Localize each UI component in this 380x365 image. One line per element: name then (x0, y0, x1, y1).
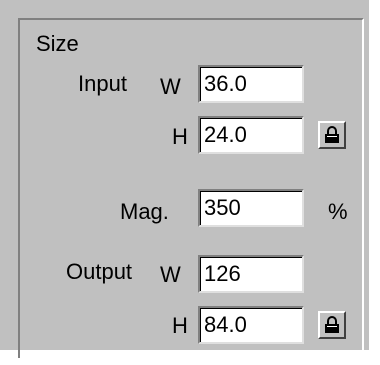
output-w-label: W (160, 262, 181, 287)
size-group-frame (18, 18, 364, 358)
size-panel: Size Input W 36.0 H 24.0 Mag. 350 % Outp… (0, 0, 369, 358)
input-label: Input (78, 71, 127, 96)
magnification-field[interactable]: 350 (198, 189, 304, 227)
mag-unit-label: % (328, 199, 348, 224)
lock-icon (325, 126, 339, 143)
output-height-field[interactable]: 84.0 (198, 306, 304, 344)
output-aspect-lock-button[interactable] (318, 311, 346, 339)
mag-label: Mag. (120, 199, 169, 224)
input-width-field[interactable]: 36.0 (198, 65, 304, 103)
input-height-field[interactable]: 24.0 (198, 116, 304, 154)
input-w-label: W (160, 74, 181, 99)
input-h-label: H (172, 124, 188, 149)
input-aspect-lock-button[interactable] (318, 121, 346, 149)
output-width-field[interactable]: 126 (198, 255, 304, 293)
lock-icon (325, 316, 339, 333)
output-h-label: H (172, 313, 188, 338)
size-group-title: Size (36, 31, 79, 56)
output-label: Output (66, 259, 133, 284)
